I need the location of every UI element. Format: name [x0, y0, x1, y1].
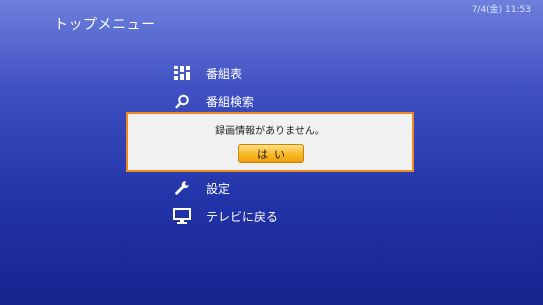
clock: 7/4(金) 11:53	[471, 5, 531, 15]
menu-item-program-search[interactable]: 番組検索	[172, 91, 254, 111]
no-recording-dialog: 録画情報がありません。 はい	[126, 112, 414, 172]
menu-item-settings[interactable]: 設定	[172, 178, 230, 198]
menu-item-label: 番組表	[206, 66, 243, 81]
menu-item-program-guide[interactable]: 番組表	[172, 63, 242, 83]
menu-item-back-to-tv[interactable]: テレビに戻る	[172, 206, 278, 226]
menu-item-label: 番組検索	[206, 94, 255, 109]
yes-button[interactable]: はい	[238, 144, 304, 163]
wrench-icon	[172, 178, 192, 198]
menu-item-label: テレビに戻る	[206, 209, 279, 224]
tv-icon	[172, 206, 192, 226]
page-title: トップメニュー	[54, 17, 156, 33]
menu-item-label: 設定	[206, 181, 231, 196]
grid-icon	[172, 63, 192, 83]
screen: トップメニュー 7/4(金) 11:53 番組表 番組検索 設定 テレビに戻る …	[0, 0, 543, 305]
search-icon	[172, 91, 192, 111]
dialog-message: 録画情報がありません。	[215, 126, 325, 137]
